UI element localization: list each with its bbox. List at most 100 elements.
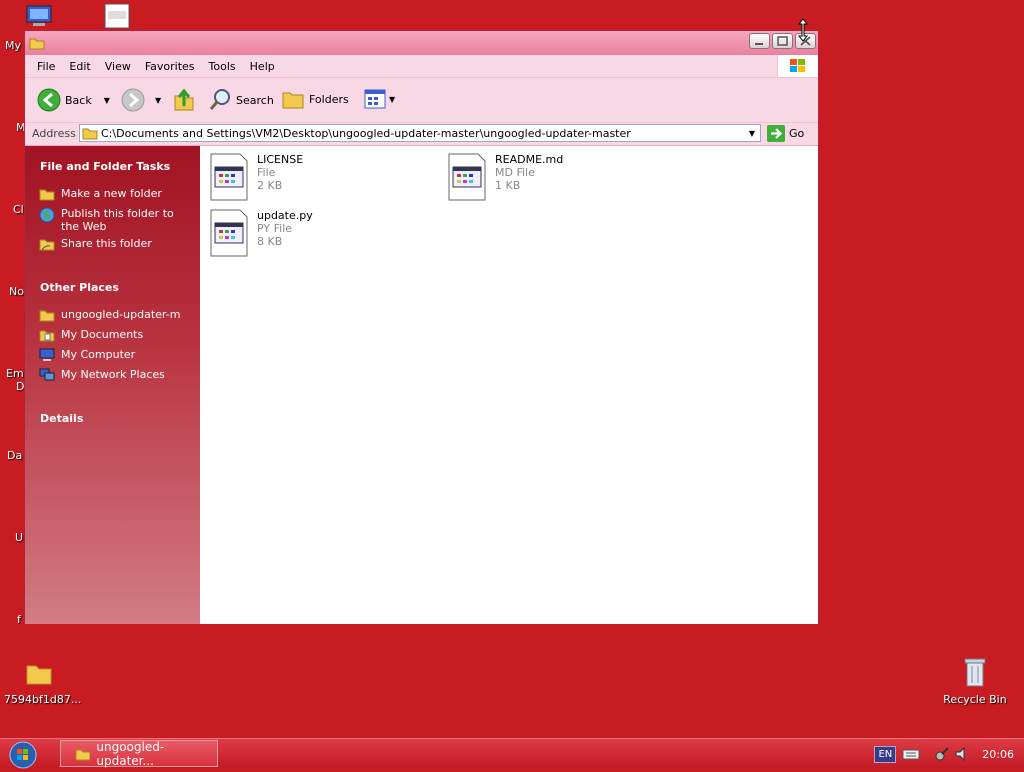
address-input[interactable]: C:\Documents and Settings\VM2\Desktop\un… xyxy=(79,124,761,142)
place-parent-folder[interactable]: ungoogled-updater-m xyxy=(39,308,194,322)
desktop-label: Da xyxy=(7,449,23,462)
menu-file[interactable]: File xyxy=(30,60,62,73)
start-orb-icon xyxy=(9,741,37,769)
clock[interactable]: 20:06 xyxy=(982,748,1014,761)
minimize-icon xyxy=(755,43,763,45)
views-icon xyxy=(364,89,386,109)
desktop-icon-document[interactable] xyxy=(104,3,130,32)
place-my-network-places[interactable]: My Network Places xyxy=(39,368,194,382)
network-icon xyxy=(39,368,55,381)
file-item-update-py[interactable]: update.py PY File 8 KB xyxy=(210,209,313,257)
task-share-folder[interactable]: Share this folder xyxy=(39,237,194,251)
taskbar-item-explorer[interactable]: ungoogled-updater... xyxy=(60,739,218,768)
desktop-label: Em xyxy=(6,367,24,380)
file-name: update.py xyxy=(257,209,313,222)
place-my-documents[interactable]: My Documents xyxy=(39,328,194,342)
desktop-icon-label: Recycle Bin xyxy=(943,693,1007,706)
speaker-tray-icon[interactable] xyxy=(954,746,970,762)
other-places-title[interactable]: Other Places xyxy=(40,281,119,294)
file-size: 1 KB xyxy=(495,179,521,192)
desktop-icon-my-computer[interactable] xyxy=(24,4,54,31)
up-folder-icon xyxy=(174,88,194,111)
maximize-button[interactable] xyxy=(772,33,793,49)
desktop-label: My xyxy=(5,39,22,52)
address-dropdown[interactable]: ▼ xyxy=(744,125,760,141)
computer-icon xyxy=(26,5,52,26)
task-make-new-folder[interactable]: Make a new folder xyxy=(39,187,194,201)
address-bar: Address C:\Documents and Settings\VM2\De… xyxy=(25,123,818,146)
taskbar-item-label: ungoogled-updater... xyxy=(96,739,165,768)
file-list: LICENSE File 2 KB README.md MD File 1 KB… xyxy=(200,146,818,624)
network-tray-icon[interactable] xyxy=(934,746,950,762)
desktop-label: f xyxy=(17,613,21,626)
folder-icon xyxy=(26,665,52,685)
desktop-icon-label: 7594bf1d87... xyxy=(4,693,82,706)
chevron-down-icon: ▼ xyxy=(748,128,756,138)
toolbar: Back ▼ ▼ Search Folders ▼ xyxy=(25,78,818,123)
folders-icon xyxy=(282,92,304,109)
desktop-label: Cl xyxy=(13,203,24,216)
maximize-icon xyxy=(777,36,788,46)
menu-help[interactable]: Help xyxy=(243,60,282,73)
chevron-down-icon[interactable]: ▼ xyxy=(155,96,161,105)
chevron-down-icon[interactable]: ▼ xyxy=(104,96,110,105)
folder-icon xyxy=(82,128,98,140)
computer-icon xyxy=(39,348,55,361)
search-icon xyxy=(209,89,230,110)
generic-file-icon xyxy=(210,153,248,201)
file-item-license[interactable]: LICENSE File 2 KB xyxy=(210,153,303,201)
language-indicator[interactable]: EN xyxy=(874,745,897,763)
task-label: Share this folder xyxy=(61,237,152,250)
task-publish-web[interactable]: Publish this folder to the Web xyxy=(39,207,194,233)
task-label: Publish this folder to the Web xyxy=(61,207,174,233)
minimize-button[interactable] xyxy=(749,33,770,49)
windows-logo xyxy=(777,55,818,77)
file-type: MD File xyxy=(495,166,535,179)
go-button[interactable]: Go xyxy=(767,125,804,142)
file-item-readme[interactable]: README.md MD File 1 KB xyxy=(448,153,563,201)
menu-favorites[interactable]: Favorites xyxy=(138,60,202,73)
file-size: 8 KB xyxy=(257,235,283,248)
generic-file-icon xyxy=(210,209,248,257)
views-button[interactable]: ▼ xyxy=(363,88,395,110)
menu-view[interactable]: View xyxy=(98,60,138,73)
address-label: Address xyxy=(32,127,76,140)
title-bar[interactable] xyxy=(25,31,818,55)
file-type: File xyxy=(257,166,276,179)
desktop-icon-folder[interactable]: 7594bf1d87... xyxy=(4,660,82,706)
back-label: Back xyxy=(65,93,92,107)
windows-flag-icon xyxy=(790,59,805,72)
keyboard-icon[interactable] xyxy=(902,747,920,761)
file-folder-tasks-title[interactable]: File and Folder Tasks xyxy=(40,160,170,173)
file-name: README.md xyxy=(495,153,564,166)
menu-tools[interactable]: Tools xyxy=(202,60,243,73)
file-name: LICENSE xyxy=(257,153,304,166)
chevron-down-icon[interactable]: ▼ xyxy=(389,95,395,104)
start-button[interactable] xyxy=(8,741,40,769)
place-label: My Computer xyxy=(61,348,136,361)
task-pane: File and Folder Tasks Make a new folder … xyxy=(25,146,200,624)
menu-edit[interactable]: Edit xyxy=(62,60,97,73)
resize-cursor-icon xyxy=(797,18,809,42)
details-title[interactable]: Details xyxy=(40,412,83,425)
folders-button[interactable]: Folders xyxy=(281,88,349,110)
forward-button[interactable]: ▼ xyxy=(121,88,161,112)
recycle-bin-icon xyxy=(964,658,986,687)
menu-bar: File Edit View Favorites Tools Help xyxy=(25,55,818,78)
search-button[interactable]: Search xyxy=(208,88,274,112)
new-folder-icon xyxy=(39,189,55,201)
go-label: Go xyxy=(789,127,805,140)
search-label: Search xyxy=(236,93,274,107)
documents-folder-icon xyxy=(39,330,55,342)
up-folder-button[interactable] xyxy=(173,88,195,112)
back-arrow-icon xyxy=(37,88,61,112)
desktop-icon-recycle-bin[interactable]: Recycle Bin xyxy=(942,656,1008,706)
place-label: ungoogled-updater-m xyxy=(61,308,181,321)
share-folder-icon xyxy=(39,239,55,251)
explorer-window: File Edit View Favorites Tools Help Back… xyxy=(24,30,819,624)
file-type: PY File xyxy=(257,222,293,235)
place-my-computer[interactable]: My Computer xyxy=(39,348,194,362)
back-button[interactable]: Back ▼ xyxy=(37,88,110,112)
system-tray: EN 20:06 xyxy=(874,739,1024,769)
go-arrow-icon xyxy=(767,125,785,142)
